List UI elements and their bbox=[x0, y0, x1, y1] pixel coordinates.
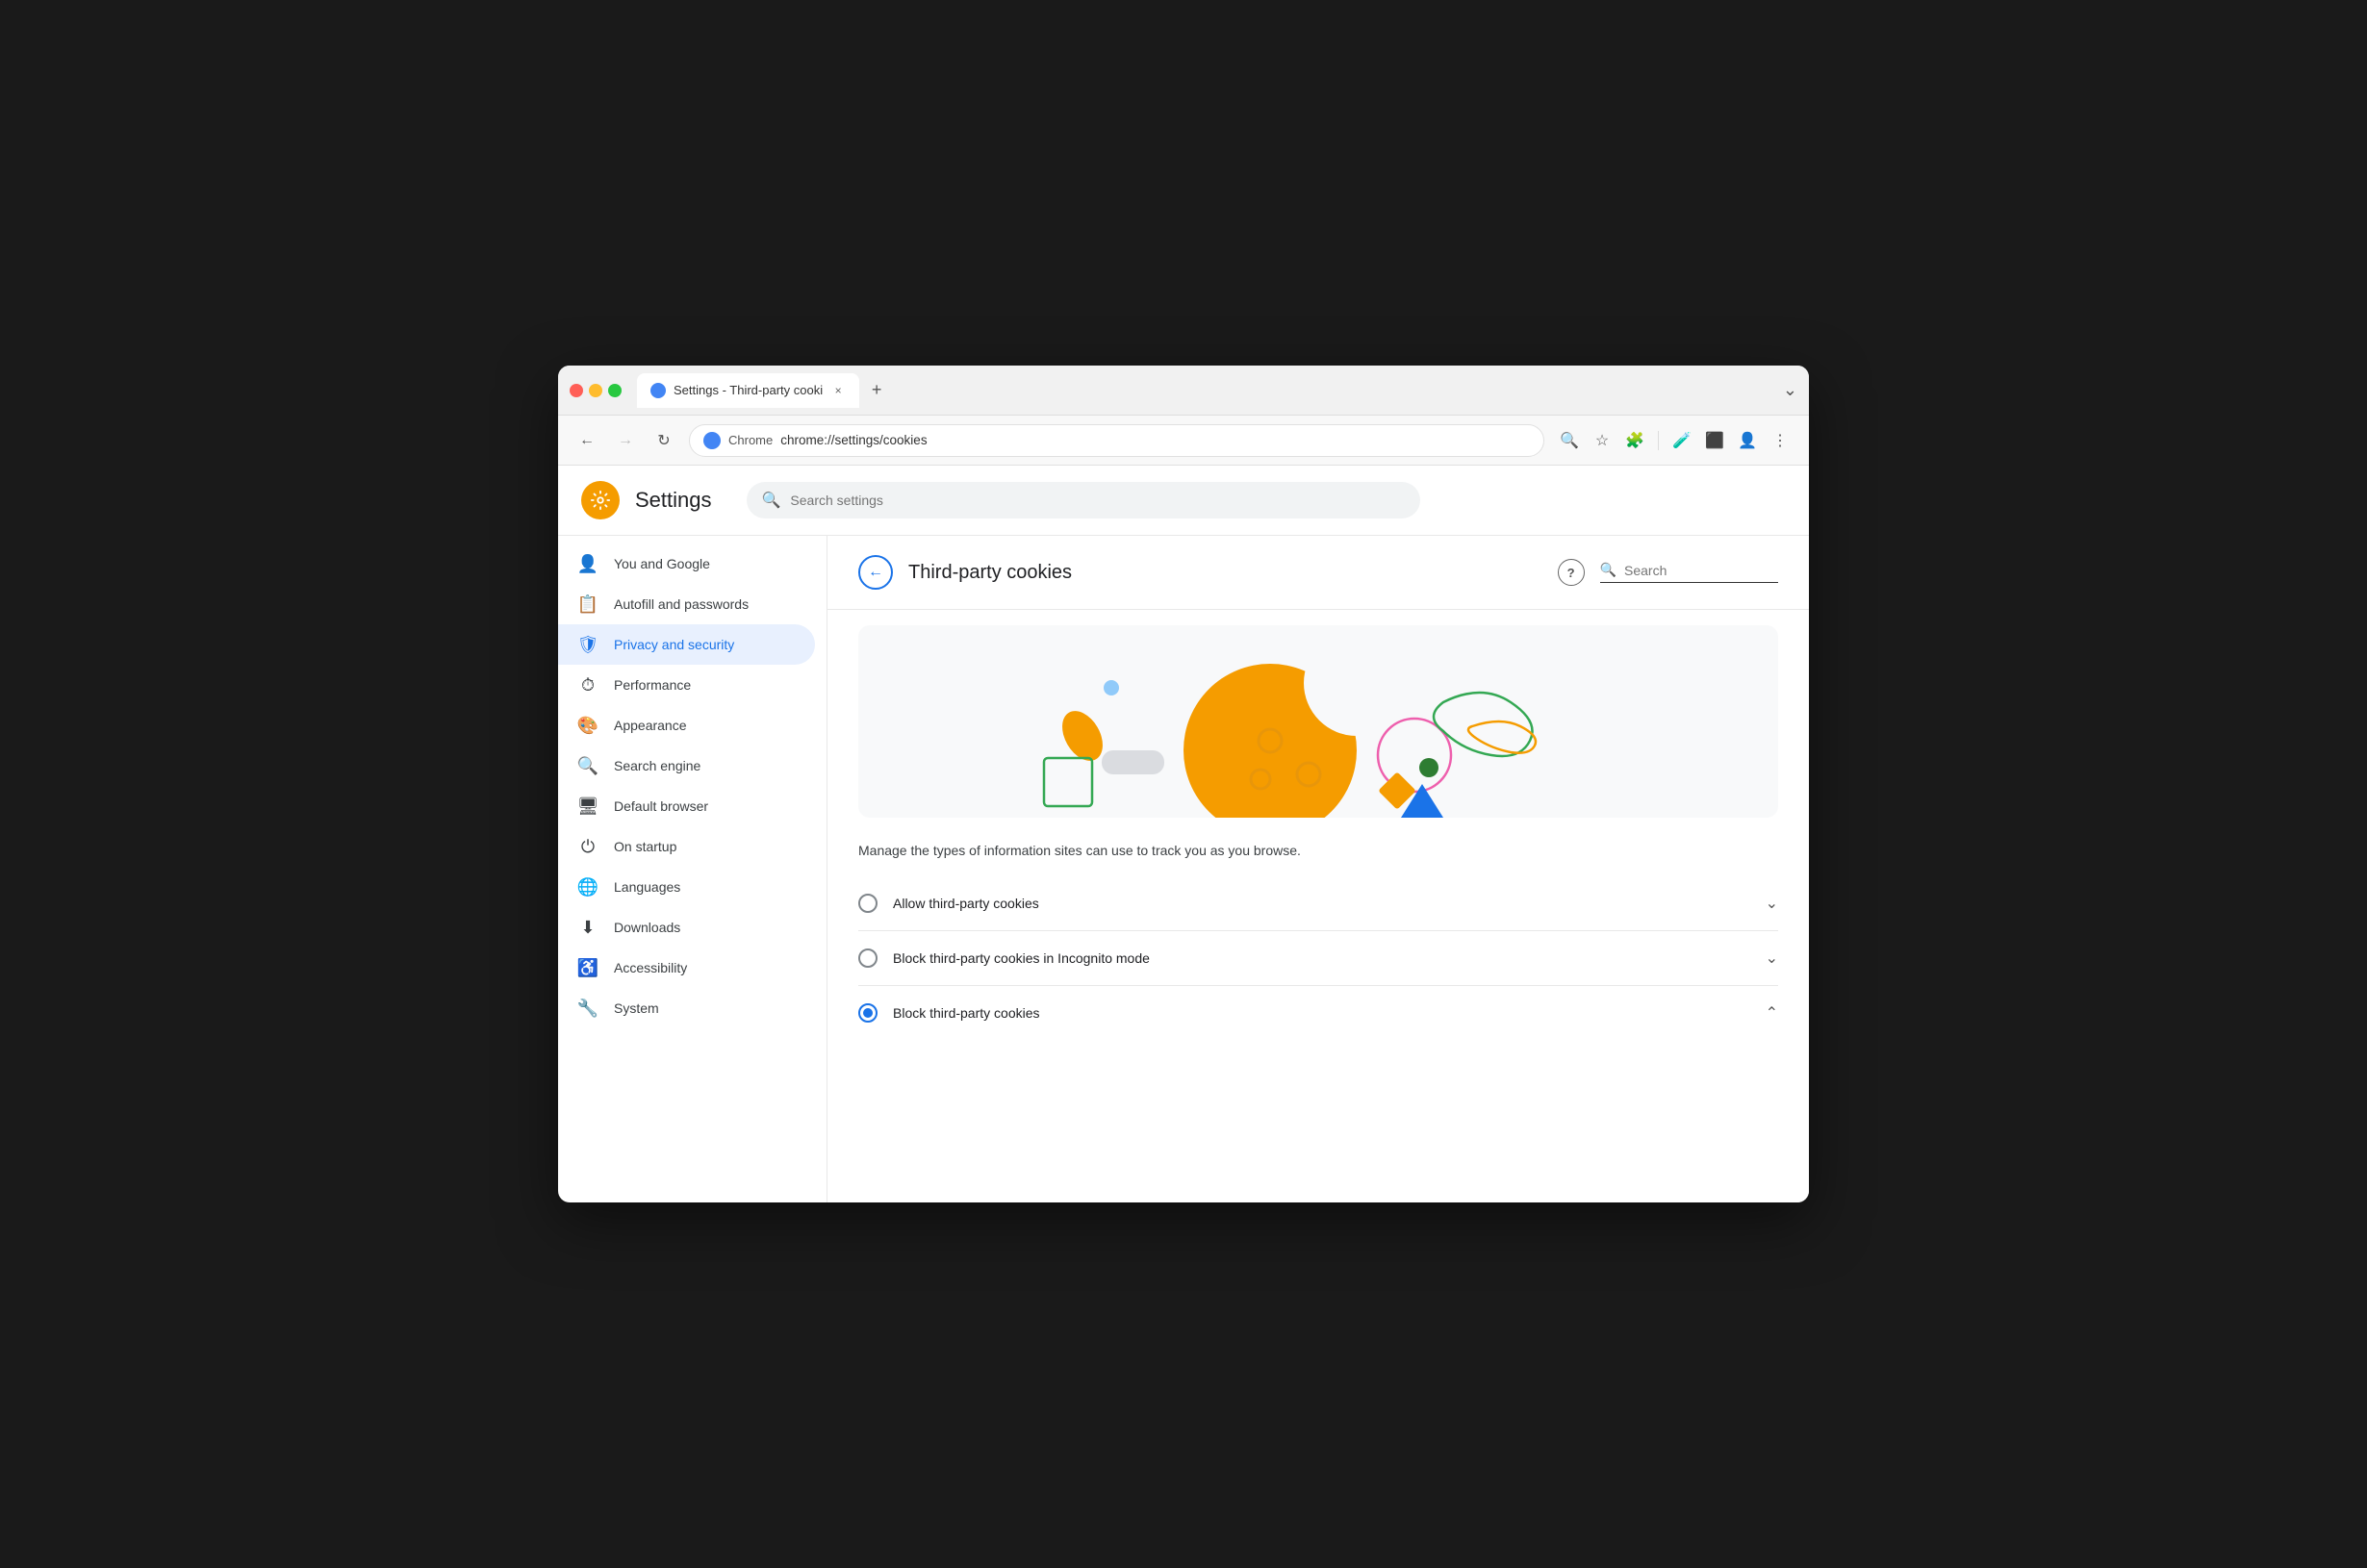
sidebar-item-label-search-engine: Search engine bbox=[614, 758, 700, 773]
tab-title: Settings - Third-party cooki bbox=[674, 383, 823, 397]
sidebar-item-languages[interactable]: 🌐 Languages bbox=[558, 867, 815, 907]
accessibility-icon: ♿ bbox=[577, 957, 598, 978]
url-bar[interactable]: Chrome chrome://settings/cookies bbox=[689, 424, 1544, 457]
sidebar-item-autofill[interactable]: 📋 Autofill and passwords bbox=[558, 584, 815, 624]
settings-logo bbox=[581, 481, 620, 519]
page-header: ← Third-party cookies ? 🔍 bbox=[827, 536, 1809, 610]
chevron-icon-block[interactable]: ⌃ bbox=[1766, 1003, 1778, 1023]
help-icon[interactable]: ? bbox=[1558, 559, 1585, 586]
url-address: chrome://settings/cookies bbox=[780, 433, 927, 447]
privacy-icon: 🛡 bbox=[577, 634, 598, 655]
languages-icon: 🌐 bbox=[577, 876, 598, 898]
main-content: 👤 You and Google 📋 Autofill and passwords 🛡 P… bbox=[558, 536, 1809, 1202]
title-bar: Settings - Third-party cooki × + ⌄ bbox=[558, 366, 1809, 416]
profile-icon[interactable]: 👤 bbox=[1734, 427, 1761, 454]
url-icon-label: Chrome bbox=[728, 433, 773, 447]
tab-close-button[interactable]: × bbox=[830, 383, 846, 398]
menu-icon[interactable]: ⋮ bbox=[1767, 427, 1794, 454]
sidebar-item-performance[interactable]: ⏱ Performance bbox=[558, 665, 815, 705]
bookmark-icon[interactable]: ☆ bbox=[1589, 427, 1616, 454]
cookie-illustration bbox=[858, 625, 1778, 818]
you-and-google-icon: 👤 bbox=[577, 553, 598, 574]
radio-option-block[interactable]: Block third-party cookies ⌃ bbox=[858, 985, 1778, 1040]
traffic-lights bbox=[570, 384, 622, 397]
downloads-icon: ⬇ bbox=[577, 917, 598, 938]
window-dropdown-button[interactable]: ⌄ bbox=[1783, 380, 1797, 400]
chrome-icon bbox=[703, 432, 721, 449]
sidebar-item-label-performance: Performance bbox=[614, 677, 691, 693]
settings-search-input[interactable] bbox=[790, 493, 1404, 508]
sidebar-item-label-appearance: Appearance bbox=[614, 718, 687, 733]
radio-label-block-incognito: Block third-party cookies in Incognito m… bbox=[893, 950, 1750, 966]
sidebar-item-appearance[interactable]: 🎨 Appearance bbox=[558, 705, 815, 746]
page-title: Third-party cookies bbox=[908, 562, 1542, 584]
settings-title: Settings bbox=[635, 488, 712, 513]
description-text: Manage the types of information sites ca… bbox=[827, 833, 1809, 876]
sidebar-item-privacy[interactable]: 🛡 Privacy and security bbox=[558, 624, 815, 665]
search-icon: 🔍 bbox=[762, 491, 781, 510]
settings-search-bar[interactable]: 🔍 bbox=[747, 482, 1420, 518]
page-search-input[interactable] bbox=[1624, 563, 1778, 578]
page-search-bar[interactable]: 🔍 bbox=[1600, 562, 1778, 583]
maximize-window-button[interactable] bbox=[608, 384, 622, 397]
radio-button-block[interactable] bbox=[858, 1003, 878, 1023]
sidebar-item-downloads[interactable]: ⬇ Downloads bbox=[558, 907, 815, 948]
sidebar-item-label-languages: Languages bbox=[614, 879, 680, 895]
lab-icon[interactable]: 🧪 bbox=[1668, 427, 1695, 454]
close-window-button[interactable] bbox=[570, 384, 583, 397]
sidebar-item-search-engine[interactable]: 🔍 Search engine bbox=[558, 746, 815, 786]
on-startup-icon: ⏻ bbox=[577, 836, 598, 857]
sidebar-item-label-on-startup: On startup bbox=[614, 839, 676, 854]
tab-favicon bbox=[650, 383, 666, 398]
sidebar-item-accessibility[interactable]: ♿ Accessibility bbox=[558, 948, 815, 988]
toolbar-divider bbox=[1658, 431, 1659, 450]
sidebar-item-label-you-and-google: You and Google bbox=[614, 556, 710, 571]
settings-header: Settings 🔍 bbox=[558, 466, 1809, 536]
sidebar-item-label-downloads: Downloads bbox=[614, 920, 680, 935]
sidebar-item-label-accessibility: Accessibility bbox=[614, 960, 687, 975]
refresh-button[interactable]: ↻ bbox=[650, 427, 677, 454]
zoom-icon[interactable]: 🔍 bbox=[1556, 427, 1583, 454]
tab-bar: Settings - Third-party cooki × + bbox=[637, 373, 1775, 408]
radio-option-block-incognito[interactable]: Block third-party cookies in Incognito m… bbox=[858, 930, 1778, 985]
content-area: ← Third-party cookies ? 🔍 bbox=[827, 536, 1809, 1202]
back-page-button[interactable]: ← bbox=[858, 555, 893, 590]
radio-button-block-incognito[interactable] bbox=[858, 948, 878, 968]
radio-options: Allow third-party cookies ⌄ Block third-pa… bbox=[827, 876, 1809, 1040]
autofill-icon: 📋 bbox=[577, 594, 598, 615]
sidebar-item-label-system: System bbox=[614, 1000, 659, 1016]
active-tab[interactable]: Settings - Third-party cooki × bbox=[637, 373, 859, 408]
chevron-icon-allow[interactable]: ⌄ bbox=[1766, 894, 1778, 913]
extension-icon[interactable]: 🧩 bbox=[1621, 427, 1648, 454]
performance-icon: ⏱ bbox=[577, 674, 598, 695]
sidebar: 👤 You and Google 📋 Autofill and passwords 🛡 P… bbox=[558, 536, 827, 1202]
sidebar-item-on-startup[interactable]: ⏻ On startup bbox=[558, 826, 815, 867]
sidebar-item-default-browser[interactable]: 🖥 Default browser bbox=[558, 786, 815, 826]
toolbar-icons: 🔍 ☆ 🧩 🧪 ⬛ 👤 ⋮ bbox=[1556, 427, 1794, 454]
radio-option-allow[interactable]: Allow third-party cookies ⌄ bbox=[858, 876, 1778, 930]
chevron-icon-block-incognito[interactable]: ⌄ bbox=[1766, 948, 1778, 968]
search-engine-icon: 🔍 bbox=[577, 755, 598, 776]
address-bar: ← → ↻ Chrome chrome://settings/cookies 🔍… bbox=[558, 416, 1809, 466]
new-tab-button[interactable]: + bbox=[863, 377, 890, 404]
radio-label-allow: Allow third-party cookies bbox=[893, 896, 1750, 911]
system-icon: 🔧 bbox=[577, 998, 598, 1019]
back-arrow-icon: ← bbox=[868, 564, 883, 581]
forward-button[interactable]: → bbox=[612, 427, 639, 454]
split-view-icon[interactable]: ⬛ bbox=[1701, 427, 1728, 454]
appearance-icon: 🎨 bbox=[577, 715, 598, 736]
sidebar-item-you-and-google[interactable]: 👤 You and Google bbox=[558, 544, 815, 584]
radio-label-block: Block third-party cookies bbox=[893, 1005, 1750, 1021]
page-search-icon: 🔍 bbox=[1600, 562, 1616, 578]
minimize-window-button[interactable] bbox=[589, 384, 602, 397]
sidebar-item-label-default-browser: Default browser bbox=[614, 798, 708, 814]
sidebar-item-label-autofill: Autofill and passwords bbox=[614, 596, 749, 612]
sidebar-item-system[interactable]: 🔧 System bbox=[558, 988, 815, 1028]
default-browser-icon: 🖥 bbox=[577, 796, 598, 817]
back-button[interactable]: ← bbox=[573, 427, 600, 454]
radio-button-allow[interactable] bbox=[858, 894, 878, 913]
browser-window: Settings - Third-party cooki × + ⌄ ← → ↻… bbox=[558, 366, 1809, 1202]
sidebar-item-label-privacy: Privacy and security bbox=[614, 637, 734, 652]
